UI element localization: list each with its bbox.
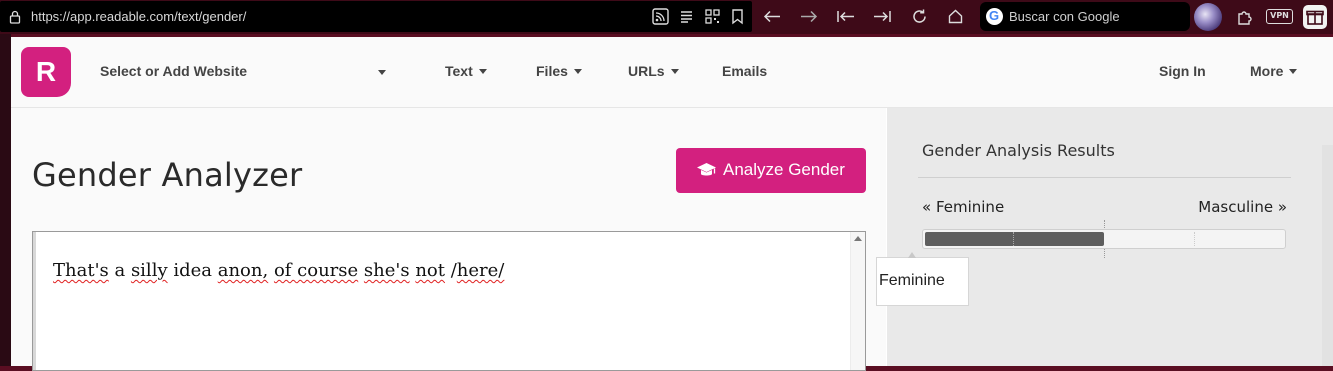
- gift-icon[interactable]: [1303, 5, 1327, 29]
- search-placeholder: Buscar con Google: [1009, 9, 1120, 24]
- window-edge: [0, 34, 11, 366]
- input-text[interactable]: That's a silly idea anon, of course she'…: [53, 260, 504, 281]
- page-scrollbar[interactable]: [1322, 145, 1333, 366]
- textarea-left-border: [33, 232, 36, 370]
- textarea-scrollbar[interactable]: [850, 232, 865, 370]
- bookmark-icon[interactable]: [729, 8, 746, 25]
- analyze-gender-label: Analyze Gender: [723, 160, 845, 179]
- results-panel: Gender Analysis Results « Feminine Mascu…: [887, 108, 1333, 366]
- readable-logo[interactable]: R: [21, 47, 71, 97]
- skip-forward-icon[interactable]: [872, 8, 892, 25]
- gender-score-fill: [925, 232, 1104, 246]
- chevron-down-icon: [478, 68, 487, 74]
- nav-files[interactable]: Files: [536, 63, 582, 79]
- more-label: More: [1250, 63, 1284, 79]
- home-icon[interactable]: [947, 8, 964, 25]
- misspelled-word: of course: [273, 260, 359, 281]
- chevron-down-icon: [573, 68, 582, 74]
- nav-text-label: Text: [445, 63, 473, 79]
- skip-back-icon[interactable]: [836, 8, 856, 25]
- feminine-label: « Feminine: [922, 198, 1005, 216]
- nav-text[interactable]: Text: [445, 63, 487, 79]
- misspelled-word: she's: [363, 260, 410, 281]
- nav-files-label: Files: [536, 63, 568, 79]
- reload-icon[interactable]: [911, 8, 928, 25]
- site-select[interactable]: Select or Add Website: [100, 63, 247, 79]
- top-navigation: R Select or Add Website Text Files URLs …: [11, 37, 1333, 108]
- more-menu[interactable]: More: [1250, 63, 1298, 79]
- graduation-cap-icon: [697, 163, 716, 176]
- profile-avatar[interactable]: [1194, 3, 1222, 31]
- scroll-up-arrow-icon[interactable]: [854, 236, 862, 241]
- gender-score-bar: [922, 229, 1286, 249]
- analyze-gender-button[interactable]: Analyze Gender: [676, 148, 866, 193]
- vpn-badge[interactable]: VPN: [1266, 9, 1293, 24]
- google-icon: G: [986, 8, 1003, 25]
- masculine-label: Masculine »: [1198, 198, 1287, 216]
- misspelled-word: silly: [130, 260, 168, 281]
- misspelled-word: here/: [456, 260, 505, 281]
- search-box[interactable]: G Buscar con Google: [980, 2, 1190, 31]
- url-text[interactable]: https://app.readable.com/text/gender/: [31, 9, 246, 24]
- page-title: Gender Analyzer: [32, 156, 303, 194]
- rss-icon[interactable]: [652, 8, 669, 25]
- score-tooltip: Feminine: [876, 252, 969, 306]
- address-bar[interactable]: https://app.readable.com/text/gender/: [0, 1, 752, 32]
- results-title: Gender Analysis Results: [922, 141, 1115, 160]
- text-fragment: idea: [167, 260, 218, 281]
- nav-urls[interactable]: URLs: [628, 63, 679, 79]
- text-input-area[interactable]: That's a silly idea anon, of course she'…: [32, 231, 866, 371]
- nav-urls-label: URLs: [628, 63, 665, 79]
- qr-code-icon[interactable]: [704, 8, 721, 25]
- browser-toolbar: https://app.readable.com/text/gender/ G …: [0, 0, 1333, 34]
- analyzer-main: Gender Analyzer Analyze Gender That's a …: [11, 108, 886, 371]
- back-icon[interactable]: [762, 8, 782, 25]
- tooltip-text: Feminine: [879, 272, 945, 289]
- text-fragment: a: [108, 260, 131, 281]
- chevron-down-icon: [1289, 68, 1298, 74]
- chevron-down-icon: [670, 68, 679, 74]
- sign-in-link[interactable]: Sign In: [1159, 63, 1206, 79]
- forward-icon[interactable]: [799, 8, 819, 25]
- misspelled-word: anon,: [217, 260, 269, 281]
- site-select-caret-icon[interactable]: [378, 70, 386, 75]
- reader-mode-icon[interactable]: [678, 8, 695, 25]
- text-fragment: /: [445, 260, 457, 281]
- extensions-puzzle-icon[interactable]: [1236, 8, 1254, 26]
- page: R Select or Add Website Text Files URLs …: [11, 37, 1333, 371]
- tooltip-arrow: [908, 252, 916, 258]
- quarter-tick: [1013, 232, 1014, 246]
- results-divider: [918, 177, 1291, 178]
- lock-icon: [9, 10, 21, 24]
- three-quarter-tick: [1194, 232, 1195, 246]
- misspelled-word: not: [415, 260, 445, 281]
- nav-emails[interactable]: Emails: [722, 63, 767, 79]
- misspelled-word: That's: [53, 260, 109, 281]
